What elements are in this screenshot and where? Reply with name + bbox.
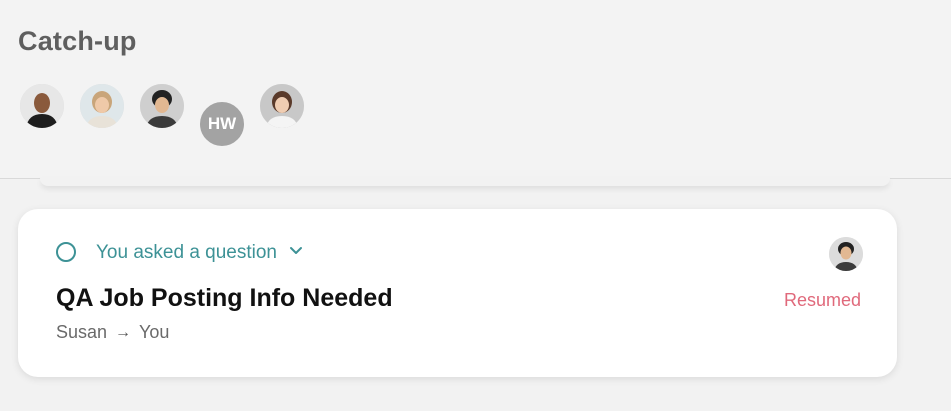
question-status-label[interactable]: You asked a question — [96, 242, 277, 264]
arrow-right-icon: → — [115, 323, 132, 341]
card-title: QA Job Posting Info Needed — [56, 284, 393, 312]
question-card[interactable]: You asked a question QA Job Posting Info… — [18, 209, 897, 377]
catch-up-header: Catch-up HW — [0, 0, 951, 179]
from-name: Susan — [56, 322, 108, 342]
chevron-down-icon[interactable] — [289, 246, 303, 256]
avatar-hw[interactable]: HW — [198, 100, 246, 148]
avatar-person-5[interactable] — [258, 82, 306, 130]
page-title: Catch-up — [18, 26, 137, 56]
card-avatar[interactable] — [829, 237, 863, 271]
route-line: Susan → You — [56, 322, 169, 343]
avatar-person-3[interactable] — [138, 82, 186, 130]
avatar-initials: HW — [207, 114, 237, 133]
avatar-person-2[interactable] — [78, 82, 126, 130]
status-circle-icon[interactable] — [56, 242, 76, 262]
status-badge: Resumed — [783, 290, 861, 310]
to-name: You — [139, 322, 170, 342]
avatar-person-1[interactable] — [18, 82, 66, 130]
collapsed-card-edge — [40, 178, 890, 186]
